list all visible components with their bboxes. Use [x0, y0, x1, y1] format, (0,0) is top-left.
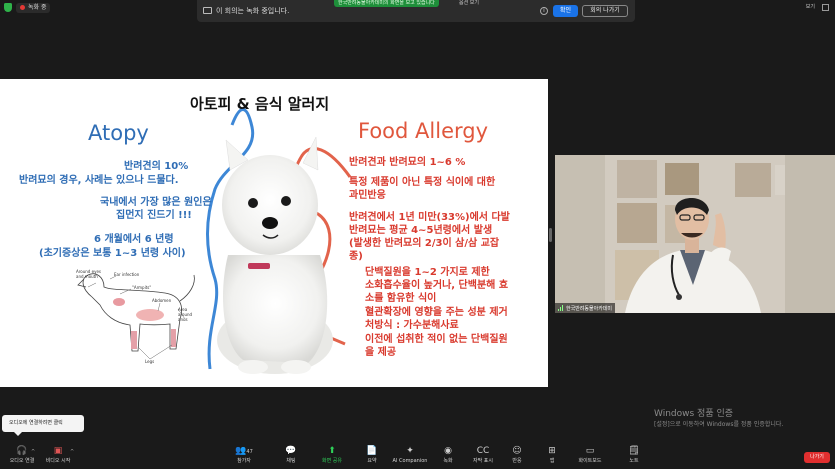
share-screen-label: 화면 공유 [322, 458, 342, 464]
food-allergy-heading: Food Allergy [358, 119, 489, 143]
slide-title: 아토피 & 음식 알러지 [190, 95, 330, 113]
screen-share-notice: 한국반려동물아카데미의 화면을 보고 있습니다 [334, 0, 439, 7]
food-line: 처방식 : 가수분해사료 [365, 320, 459, 331]
recording-banner-text: 이 회의는 녹화 중입니다. [216, 7, 290, 15]
meeting-status: 녹화 중 [4, 2, 51, 13]
diagram-label-anus: Area around anus [178, 307, 193, 322]
participants-button[interactable]: 👥47 참가자 [222, 445, 266, 466]
participant-video-tile[interactable]: 한국반려동물아카데미 [555, 155, 835, 313]
gallery-view-button[interactable]: 보기 [806, 2, 815, 12]
notes-icon: 🗒 [628, 446, 640, 456]
leave-meeting-button[interactable]: 회의 나가기 [582, 5, 628, 17]
diagram-label-ear: Ear infection [114, 272, 140, 277]
view-options-link[interactable]: 옵션 보기 [459, 0, 479, 7]
video-options-chevron-icon[interactable]: ^ [70, 449, 74, 455]
window-controls: 보기 [806, 2, 829, 12]
food-line: 소화흡수율이 높거나, 단백분해 효 [365, 280, 509, 291]
food-line: 과민반응 [349, 190, 386, 201]
armpit-highlight [113, 298, 125, 306]
atopy-line: 반려견의 10% [124, 161, 189, 172]
whiteboard-label: 화이트보드 [578, 458, 602, 464]
food-line: (발생한 반려묘의 2/3이 삼/삼 교잡 [349, 238, 500, 249]
info-icon[interactable]: i [540, 7, 548, 15]
atopy-line: 국내에서 가장 많은 원인은 [100, 197, 212, 208]
food-line: 소를 함유한 식이 [365, 293, 437, 304]
food-line: 을 제공 [365, 347, 397, 358]
participant-video-feed [555, 155, 835, 313]
zoom-meeting-window: 녹화 중 이 회의는 녹화 중입니다. 한국반려동물아카데미의 화면을 보고 있… [0, 0, 835, 469]
participant-name: 한국반려동물아카데미 [566, 305, 613, 312]
recording-banner: 이 회의는 녹화 중입니다. 한국반려동물아카데미의 화면을 보고 있습니다 옵… [197, 0, 635, 22]
westie-dog-image [217, 136, 333, 374]
windows-activation-subtitle: [설정]으로 이동하여 Windows를 정품 인증합니다. [654, 421, 784, 428]
shared-slide: 아토피 & 음식 알러지 Atopy Food Allergy 반려견의 10%… [0, 79, 548, 387]
share-screen-icon: ⬆ [328, 446, 336, 456]
start-video-label: 비디오 시작 [45, 458, 71, 464]
recording-screen-icon [203, 7, 212, 14]
food-line: 종) [349, 251, 363, 262]
atopy-heading: Atopy [88, 121, 149, 145]
security-shield-icon[interactable] [4, 3, 12, 12]
food-line: 반려견과 반려묘의 1~6 % [349, 157, 466, 168]
windows-activation-title: Windows 정품 인증 [654, 409, 734, 419]
whiteboard-icon: ▭ [585, 446, 595, 456]
atopy-line: 반려묘의 경우, 사례는 있으나 드물다. [19, 175, 179, 186]
diagram-label-legs: Legs [145, 359, 155, 364]
recording-label: 녹화 중 [28, 3, 47, 11]
diagram-label-eyes-mouth: Around eyes and mouth [76, 269, 101, 279]
food-line: 반려견에서 1년 미만(33%)에서 다발 [349, 212, 510, 223]
participants-label: 참가자 [237, 458, 251, 464]
atopy-line: (초기증상은 보통 1~3 년령 사이) [39, 248, 186, 259]
confirm-button[interactable]: 확인 [553, 5, 578, 17]
food-line: 이전에 섭취한 적이 없는 단백질원 [365, 334, 508, 345]
panel-resize-handle[interactable] [549, 228, 552, 242]
record-dot-icon [20, 5, 25, 10]
diagram-label-armpits: "Armpits" [132, 285, 152, 290]
food-line: 반려묘는 평균 4~5년령에서 발생 [349, 225, 493, 236]
diagram-label-abdomen: Abdomen [152, 298, 172, 303]
food-line: 단백질원을 1~2 가지로 제한 [365, 267, 490, 278]
participants-icon: 👥47 [235, 446, 253, 456]
chat-button[interactable]: 💬 채팅 [269, 445, 313, 466]
chat-label: 채팅 [286, 458, 296, 464]
notes-label: 노트 [629, 458, 639, 464]
food-line: 혈관확장에 영향을 주는 성분 제거 [365, 307, 508, 318]
chat-icon: 💬 [285, 446, 297, 456]
signal-icon [558, 305, 564, 311]
atopy-line: 6 개월에서 6 년령 [94, 234, 174, 245]
recording-indicator[interactable]: 녹화 중 [16, 2, 51, 13]
abdomen-highlight [136, 309, 164, 321]
participant-name-label: 한국반려동물아카데미 [555, 303, 616, 313]
share-screen-button[interactable]: ⬆ 화면 공유 [310, 445, 354, 466]
atopy-line: 집먼지 진드기 !!! [116, 210, 192, 221]
notes-button[interactable]: 🗒 노트 [612, 445, 656, 466]
participants-count: 47 [246, 449, 253, 455]
audio-options-chevron-icon[interactable]: ^ [31, 449, 35, 455]
food-line: 특정 제품이 아닌 특정 식이에 대한 [349, 177, 496, 188]
whiteboard-button[interactable]: ▭ 화이트보드 [568, 445, 612, 466]
fullscreen-icon[interactable] [822, 3, 829, 11]
meeting-toolbar: 🎧 오디오 연결 ^ ▣ 비디오 시작 ^ 👥47 참가자 💬 채팅 ⬆ 화면 … [0, 442, 835, 469]
leave-button[interactable]: 나가기 [804, 452, 830, 463]
audio-connect-tooltip[interactable]: 오디오에 연결하려면 클릭 [2, 415, 84, 436]
